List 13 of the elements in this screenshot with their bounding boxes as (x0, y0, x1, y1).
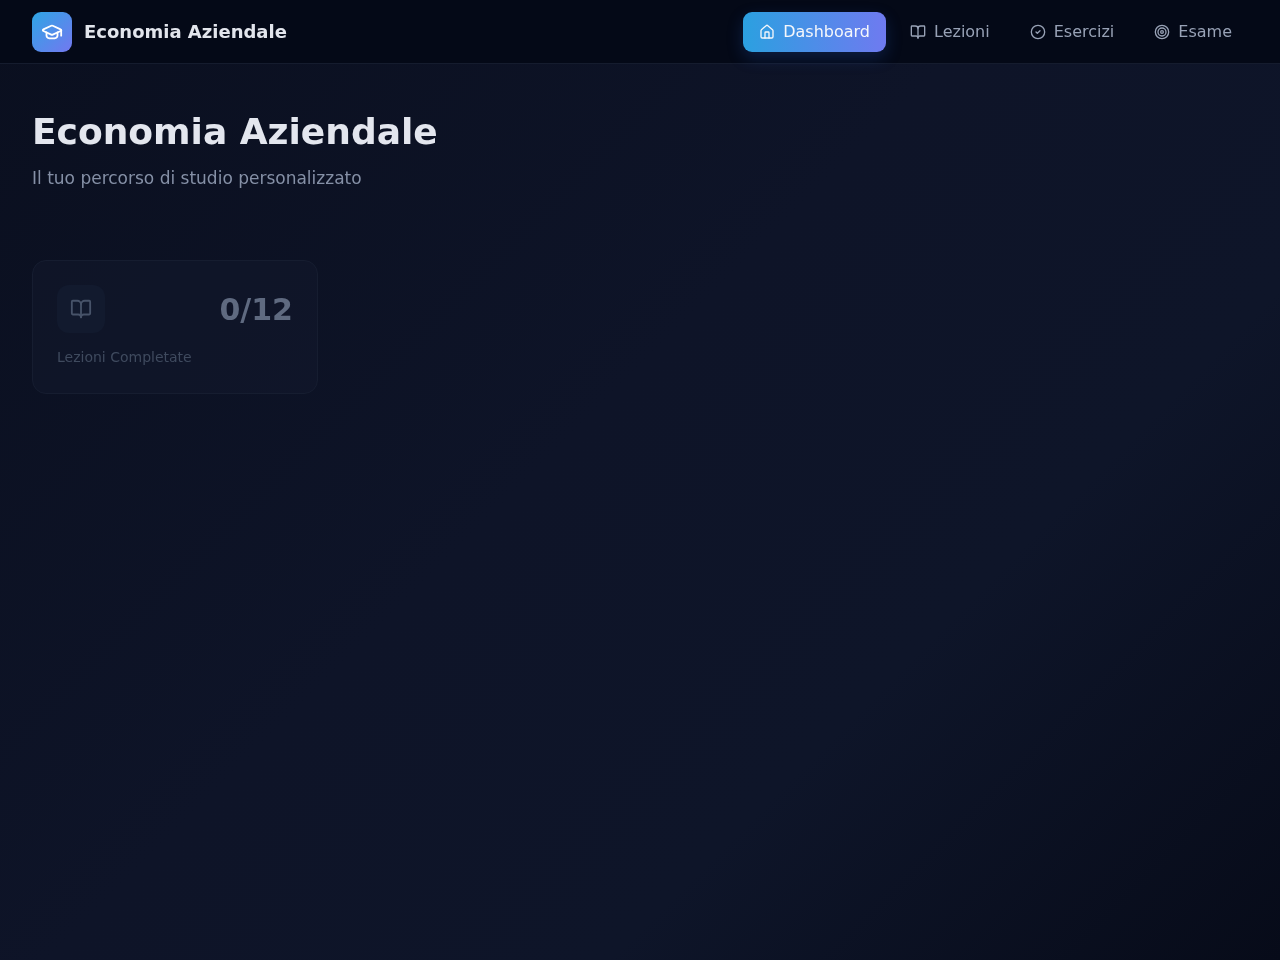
nav-tab[interactable]: Esercizi (1013, 11, 1131, 52)
book-icon (57, 285, 105, 333)
target-icon (1154, 23, 1171, 40)
nav-tab[interactable]: Esame (1138, 11, 1248, 52)
book-icon (910, 23, 926, 40)
check-circle-icon (1029, 23, 1046, 40)
app-title: Economia Aziendale (84, 21, 287, 42)
graduation-cap-icon (32, 11, 72, 52)
house-icon (759, 23, 776, 40)
stat-value: 0/12 (219, 291, 293, 327)
page-title: Economia Aziendale (32, 112, 438, 152)
nav-tab[interactable]: Lezioni (894, 11, 1006, 52)
page-subtitle: Il tuo percorso di studio personalizzato (32, 167, 362, 190)
